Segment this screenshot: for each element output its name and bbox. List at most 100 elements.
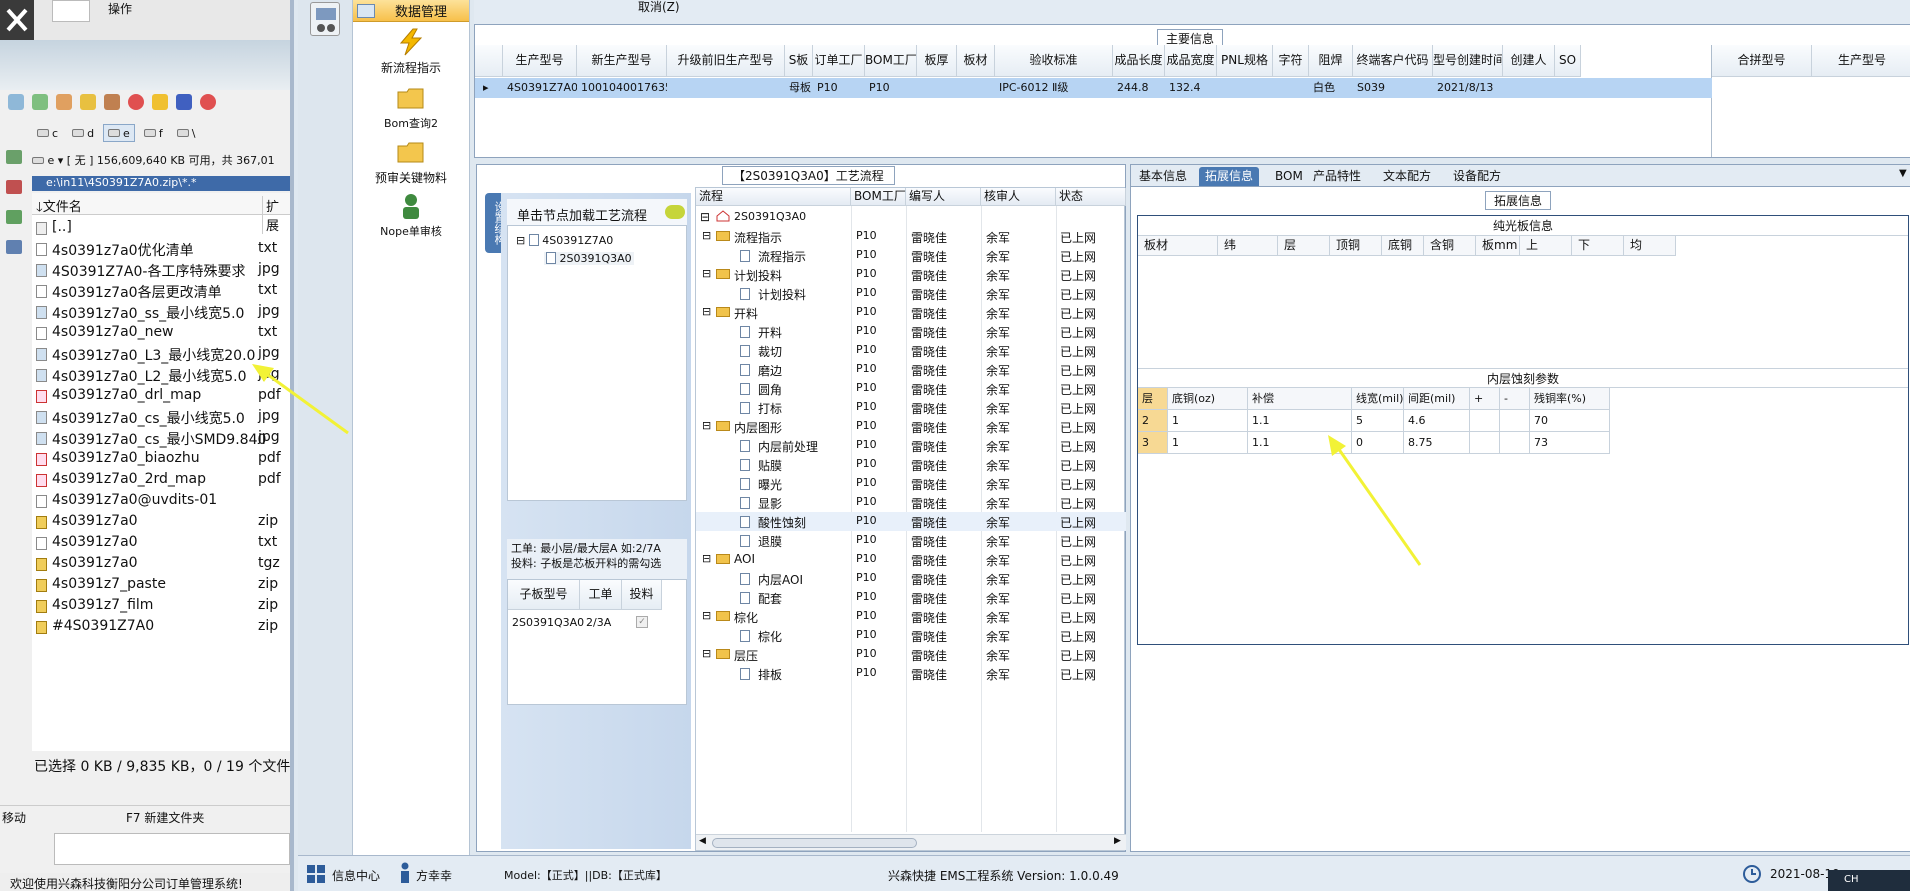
main-column-header[interactable]: 订单工厂: [813, 45, 865, 77]
flow-row[interactable]: 开料 P10 雷晓佳 余军 已上网: [696, 322, 1126, 341]
flow-row[interactable]: 计划投料 P10 雷晓佳 余军 已上网: [696, 284, 1126, 303]
file-row[interactable]: 4S0391Z7A0-各工序特殊要求 jpg: [32, 260, 290, 281]
move-button[interactable]: 移动: [2, 809, 26, 826]
scroll-thumb[interactable]: [712, 838, 917, 848]
file-row[interactable]: 4s0391z7a0_cs_最小线宽5.0 jpg: [32, 407, 290, 428]
inner-cell[interactable]: [1500, 432, 1530, 454]
flow-row[interactable]: ⊟ 开料 P10 雷晓佳 余军 已上网: [696, 303, 1126, 322]
main-column-header[interactable]: 成品长度: [1113, 45, 1165, 77]
flow-row[interactable]: ⊟ 层压 P10 雷晓佳 余军 已上网: [696, 645, 1126, 664]
column-status[interactable]: 状态: [1056, 188, 1126, 206]
drive-d[interactable]: d: [67, 124, 99, 142]
plain-column-header[interactable]: 板mm: [1476, 236, 1520, 256]
cancel-button[interactable]: 取消(Z): [638, 0, 680, 15]
main-column-header[interactable]: 字符: [1273, 45, 1309, 77]
plain-column-header[interactable]: 底铜: [1382, 236, 1424, 256]
main-column-header[interactable]: 终端客户代码: [1353, 45, 1433, 77]
dropdown-arrow-icon[interactable]: ▼: [1899, 168, 1907, 179]
input-language[interactable]: CH: [1844, 874, 1859, 885]
flow-row[interactable]: 磨边 P10 雷晓佳 余军 已上网: [696, 360, 1126, 379]
list-icon[interactable]: [32, 94, 48, 110]
column-feed[interactable]: 投料: [622, 580, 662, 610]
column-combined-model[interactable]: 合拼型号: [1712, 45, 1812, 77]
tab-text-recipe[interactable]: 文本配方: [1377, 167, 1437, 186]
command-input[interactable]: [54, 833, 290, 865]
flow-row[interactable]: ⊟ 棕化 P10 雷晓佳 余军 已上网: [696, 607, 1126, 626]
main-column-header[interactable]: BOM工厂: [865, 45, 917, 77]
file-row[interactable]: 4s0391z7_film zip: [32, 596, 290, 617]
flow-row[interactable]: 棕化 P10 雷晓佳 余军 已上网: [696, 626, 1126, 645]
close-icon[interactable]: [200, 94, 216, 110]
inner-column-header[interactable]: 补偿: [1248, 388, 1352, 410]
main-column-header[interactable]: S板: [785, 45, 813, 77]
tab-bom[interactable]: BOM: [1269, 167, 1309, 186]
file-row[interactable]: 4s0391z7a0优化清单 txt: [32, 239, 290, 260]
flow-row[interactable]: 排板 P10 雷晓佳 余军 已上网: [696, 664, 1126, 683]
tools-nav-icon[interactable]: [310, 2, 340, 36]
menu-new-flow[interactable]: 新流程指示: [353, 28, 469, 76]
menu-header[interactable]: 数据管理: [353, 0, 469, 22]
file-row[interactable]: 4s0391z7a0各层更改清单 txt: [32, 281, 290, 302]
flow-row[interactable]: ⊟ AOI P10 雷晓佳 余军 已上网: [696, 550, 1126, 569]
inner-column-header[interactable]: 残铜率(%): [1530, 388, 1610, 410]
flow-row[interactable]: ⊟ 内层图形 P10 雷晓佳 余军 已上网: [696, 417, 1126, 436]
compare-icon[interactable]: [6, 210, 22, 224]
inner-cell[interactable]: [1470, 410, 1500, 432]
column-order[interactable]: 工单: [580, 580, 622, 610]
main-column-header[interactable]: 验收标准: [995, 45, 1113, 77]
scroll-left-icon[interactable]: ◀: [699, 836, 706, 846]
flow-row[interactable]: 打标 P10 雷晓佳 余军 已上网: [696, 398, 1126, 417]
shield-icon[interactable]: [176, 94, 192, 110]
file-row[interactable]: 4s0391z7a0_cs_最小SMD9.840 jpg: [32, 428, 290, 449]
column-bom-factory[interactable]: BOM工厂: [851, 188, 906, 206]
plain-column-header[interactable]: 均: [1624, 236, 1676, 256]
inner-cell[interactable]: 3: [1138, 432, 1168, 454]
flow-row[interactable]: ⊟ 流程指示 P10 雷晓佳 余军 已上网: [696, 227, 1126, 246]
inner-cell[interactable]: 2: [1138, 410, 1168, 432]
file-row[interactable]: 4s0391z7a0 tgz: [32, 554, 290, 575]
main-column-header[interactable]: SO: [1555, 45, 1581, 77]
drive-selector[interactable]: e ▾ [ 无 ] 156,609,640 KB 可用，共 367,01: [32, 152, 275, 168]
column-flow[interactable]: 流程: [696, 188, 851, 206]
network-icon[interactable]: [6, 150, 22, 164]
main-column-header[interactable]: 生产型号: [503, 45, 577, 77]
file-row[interactable]: 4s0391z7a0_2rd_map pdf: [32, 470, 290, 491]
file-row[interactable]: 4s0391z7a0_drl_map pdf: [32, 386, 290, 407]
tab-basic-info[interactable]: 基本信息: [1133, 167, 1193, 186]
flow-row[interactable]: 内层AOI P10 雷晓佳 余军 已上网: [696, 569, 1126, 588]
unpack-icon[interactable]: [104, 94, 120, 110]
refresh-icon[interactable]: [8, 94, 24, 110]
tab-extended-info[interactable]: 拓展信息: [1199, 167, 1260, 186]
file-row[interactable]: #4S0391Z7A0 zip: [32, 617, 290, 638]
drive-root[interactable]: \: [172, 124, 201, 142]
flow-row[interactable]: 酸性蚀刻 P10 雷晓佳 余军 已上网: [696, 512, 1126, 531]
inner-cell[interactable]: 70: [1530, 410, 1610, 432]
info-icon[interactable]: [152, 94, 168, 110]
tree-node-parent[interactable]: ⊟ 4S0391Z7A0: [516, 234, 613, 247]
drive-f[interactable]: f: [139, 124, 168, 142]
pack-icon[interactable]: [80, 94, 96, 110]
column-reviewer[interactable]: 核审人: [981, 188, 1056, 206]
file-row[interactable]: 4s0391z7_paste zip: [32, 575, 290, 596]
calendar-icon[interactable]: [6, 180, 22, 194]
flow-row[interactable]: 裁切 P10 雷晓佳 余军 已上网: [696, 341, 1126, 360]
inner-cell[interactable]: 0: [1352, 432, 1404, 454]
inner-cell[interactable]: 1: [1168, 432, 1248, 454]
inner-cell[interactable]: [1500, 410, 1530, 432]
drive-c[interactable]: c: [32, 124, 63, 142]
flow-row[interactable]: 贴膜 P10 雷晓佳 余军 已上网: [696, 455, 1126, 474]
inner-column-header[interactable]: 层: [1138, 388, 1168, 410]
inner-cell[interactable]: 1.1: [1248, 410, 1352, 432]
flow-row[interactable]: 显影 P10 雷晓佳 余军 已上网: [696, 493, 1126, 512]
column-production-model[interactable]: 生产型号: [1812, 45, 1910, 77]
tree-node-child[interactable]: 2S0391Q3A0: [544, 252, 634, 265]
inner-column-header[interactable]: 底铜(oz): [1168, 388, 1248, 410]
grid-icon[interactable]: [306, 864, 326, 884]
file-row[interactable]: 4s0391z7a0 zip: [32, 512, 290, 533]
horizontal-scrollbar[interactable]: ◀ ▶: [696, 834, 1126, 850]
flow-row[interactable]: 圆角 P10 雷晓佳 余军 已上网: [696, 379, 1126, 398]
main-column-header[interactable]: 型号创建时间: [1433, 45, 1503, 77]
plain-column-header[interactable]: 上: [1520, 236, 1572, 256]
feed-checkbox[interactable]: ✓: [636, 616, 648, 628]
file-row[interactable]: 4s0391z7a0@uvdits-01: [32, 491, 290, 512]
